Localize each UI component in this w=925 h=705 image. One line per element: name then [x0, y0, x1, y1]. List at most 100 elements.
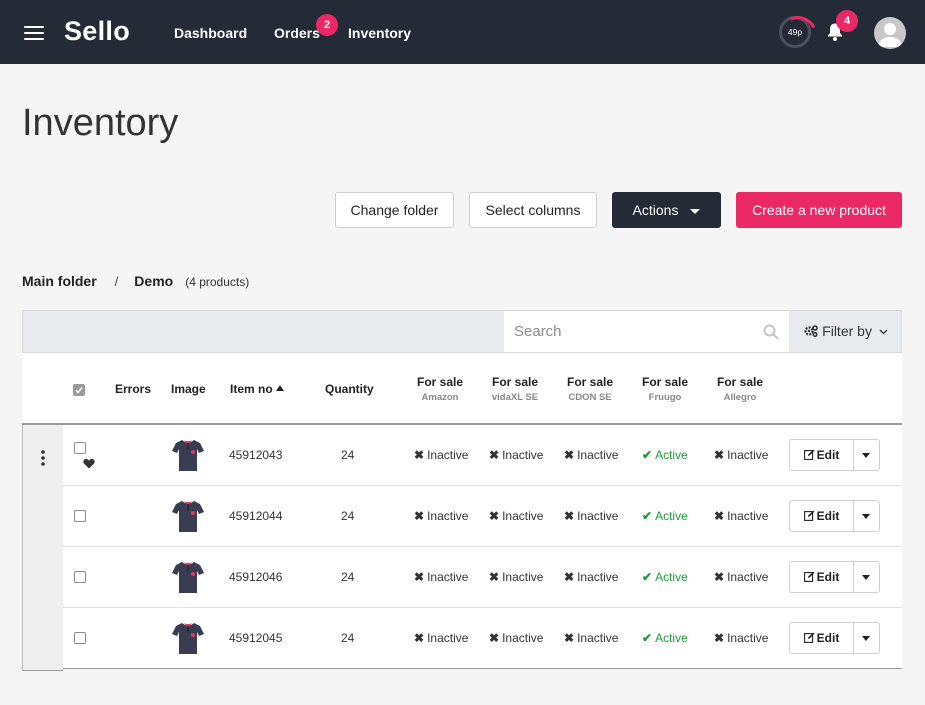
search-bar: Filter by [22, 310, 902, 353]
header-channel-name: Amazon [421, 392, 459, 403]
status-allegro[interactable]: ✖ Inactive [714, 570, 768, 584]
search-icon[interactable] [763, 324, 779, 340]
chevron-down-icon[interactable] [862, 636, 870, 641]
row-checkbox[interactable] [74, 571, 86, 583]
chevron-down-icon[interactable] [862, 575, 870, 580]
quantity: 24 [341, 631, 355, 645]
status-allegro[interactable]: ✖ Inactive [714, 631, 768, 645]
inventory-table: Errors Image Item no Quantity For sale A… [22, 353, 902, 671]
page-title: Inventory [22, 102, 179, 144]
table-row[interactable]: 45912046 24 ✖ Inactive ✖ Inactive ✖ Inactive ✔… [63, 547, 902, 608]
nav-link-inventory[interactable]: Inventory [348, 25, 411, 41]
more-vertical-icon[interactable] [41, 450, 45, 466]
product-image[interactable] [172, 499, 204, 533]
status-amazon[interactable]: ✖ Inactive [414, 509, 468, 523]
select-columns-button[interactable]: Select columns [469, 192, 597, 228]
status-fruugo[interactable]: ✔ Active [642, 631, 688, 645]
orders-badge: 2 [316, 14, 338, 36]
status-vidaxl[interactable]: ✖ Inactive [489, 631, 543, 645]
product-image[interactable] [172, 438, 204, 472]
status-label: Inactive [577, 509, 619, 523]
product-image[interactable] [172, 621, 204, 655]
table-row[interactable]: 45912044 24 ✖ Inactive ✖ Inactive ✖ Inactive ✔… [63, 486, 902, 547]
app-logo[interactable]: Sello [64, 16, 130, 47]
pencil-square-icon [803, 510, 815, 521]
pencil-square-icon [803, 449, 815, 460]
breadcrumb: Main folder / Demo (4 products) [22, 273, 249, 289]
status-fruugo[interactable]: ✔ Active [642, 570, 688, 584]
status-vidaxl[interactable]: ✖ Inactive [489, 448, 543, 462]
status-label: Inactive [427, 570, 469, 584]
status-amazon[interactable]: ✖ Inactive [414, 570, 468, 584]
header-errors[interactable]: Errors [115, 382, 151, 396]
breadcrumb-separator: / [114, 274, 119, 289]
status-label: Inactive [727, 509, 769, 523]
menu-icon[interactable] [24, 26, 44, 40]
status-label: Inactive [727, 631, 769, 645]
header-channel-cdon[interactable]: For sale CDON SE [560, 375, 620, 403]
nav-link-orders[interactable]: Orders [274, 25, 320, 41]
edit-button-group: Edit [789, 622, 880, 654]
product-image[interactable] [172, 560, 204, 594]
check-icon: ✔ [642, 448, 653, 462]
status-fruugo[interactable]: ✔ Active [642, 448, 688, 462]
change-folder-button[interactable]: Change folder [335, 192, 454, 228]
breadcrumb-current-folder[interactable]: Demo [134, 273, 173, 289]
table-row[interactable]: 45912045 24 ✖ Inactive ✖ Inactive ✖ Inactive ✔… [63, 608, 902, 669]
status-cdon[interactable]: ✖ Inactive [564, 509, 618, 523]
status-label: Active [655, 509, 688, 523]
nav-link-dashboard[interactable]: Dashboard [174, 25, 247, 41]
select-all-checkbox[interactable] [73, 384, 85, 396]
quantity: 24 [341, 448, 355, 462]
status-vidaxl[interactable]: ✖ Inactive [489, 509, 543, 523]
table-row[interactable]: 45912043 24 ✖ Inactive ✖ Inactive ✖ Inactive ✔… [63, 425, 902, 486]
x-icon: ✖ [489, 509, 500, 523]
header-channel-allegro[interactable]: For sale Allegro [710, 375, 770, 403]
status-cdon[interactable]: ✖ Inactive [564, 448, 618, 462]
edit-button[interactable]: Edit [790, 501, 854, 531]
status-fruugo[interactable]: ✔ Active [642, 509, 688, 523]
actions-label: Actions [632, 202, 679, 218]
check-icon [75, 387, 83, 394]
status-allegro[interactable]: ✖ Inactive [714, 448, 768, 462]
chevron-down-icon[interactable] [862, 453, 870, 458]
row-checkbox[interactable] [74, 510, 86, 522]
item-number: 45912046 [229, 570, 283, 584]
x-icon: ✖ [714, 509, 725, 523]
edit-button[interactable]: Edit [790, 440, 854, 470]
edit-button[interactable]: Edit [790, 562, 854, 592]
quantity: 24 [341, 509, 355, 523]
status-label: Inactive [577, 570, 619, 584]
status-amazon[interactable]: ✖ Inactive [414, 631, 468, 645]
heart-icon[interactable] [83, 458, 95, 469]
breadcrumb-main-folder[interactable]: Main folder [22, 273, 97, 289]
filter-button[interactable]: Filter by [790, 311, 902, 352]
create-product-button[interactable]: Create a new product [736, 192, 902, 228]
edit-label: Edit [816, 631, 840, 645]
row-checkbox[interactable] [74, 442, 86, 454]
edit-button-group: Edit [789, 561, 880, 593]
pencil-square-icon [803, 571, 815, 582]
header-item-no[interactable]: Item no [230, 382, 285, 396]
status-cdon[interactable]: ✖ Inactive [564, 570, 618, 584]
search-input[interactable] [504, 311, 789, 352]
x-icon: ✖ [564, 631, 575, 645]
header-channel-fruugo[interactable]: For sale Fruugo [635, 375, 695, 403]
status-vidaxl[interactable]: ✖ Inactive [489, 570, 543, 584]
header-quantity[interactable]: Quantity [325, 382, 374, 396]
row-checkbox[interactable] [74, 632, 86, 644]
x-icon: ✖ [414, 570, 425, 584]
header-channel-amazon[interactable]: For sale Amazon [410, 375, 470, 403]
actions-button[interactable]: Actions [612, 192, 721, 228]
avatar[interactable] [874, 17, 906, 49]
header-channel-vidaxl[interactable]: For sale vidaXL SE [485, 375, 545, 403]
status-amazon[interactable]: ✖ Inactive [414, 448, 468, 462]
edit-button[interactable]: Edit [790, 623, 854, 653]
status-cdon[interactable]: ✖ Inactive [564, 631, 618, 645]
status-label: Inactive [502, 631, 544, 645]
status-allegro[interactable]: ✖ Inactive [714, 509, 768, 523]
usage-meter[interactable]: 49p [779, 16, 811, 48]
header-image[interactable]: Image [171, 382, 206, 396]
chevron-down-icon[interactable] [862, 514, 870, 519]
x-icon: ✖ [714, 631, 725, 645]
